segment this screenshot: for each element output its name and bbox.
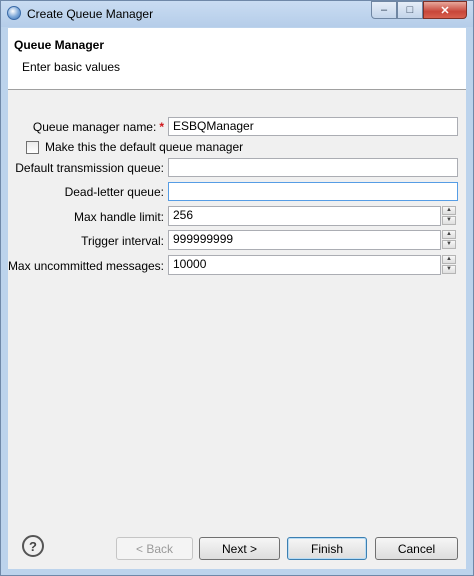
spin-down-icon[interactable]: ▼ [442,240,456,249]
max-uncommitted-label: Max uncommitted messages: [7,259,164,273]
qm-name-input[interactable]: ESBQManager [168,117,458,136]
default-qm-checkbox[interactable] [26,140,39,154]
max-uncommitted-input[interactable]: 10000 [168,255,441,275]
minimize-button[interactable]: – [371,1,397,19]
spin-down-icon[interactable]: ▼ [442,265,456,274]
dialog-body: Queue Manager Enter basic values Queue m… [8,28,466,569]
transmission-queue-label: Default transmission queue: [15,161,164,175]
required-marker: * [159,120,164,134]
maximize-icon: □ [406,4,414,16]
close-icon: ✕ [440,4,450,17]
default-qm-row[interactable]: Make this the default queue manager [26,140,243,154]
spin-up-icon[interactable]: ▲ [442,255,456,264]
spin-up-icon[interactable]: ▲ [442,230,456,239]
qm-name-label: Queue manager name: * [32,120,164,134]
max-handle-input[interactable]: 256 [168,206,441,226]
dialog-window: Create Queue Manager – □ ✕ Queue Manager… [0,0,474,576]
spin-up-icon[interactable]: ▲ [442,206,456,215]
trigger-interval-arrows: ▲ ▼ [442,230,456,250]
max-handle-spinner[interactable]: 256 ▲ ▼ [168,206,458,226]
help-icon[interactable]: ? [22,535,44,557]
max-handle-label: Max handle limit: [73,210,164,224]
dead-letter-queue-input[interactable] [168,182,458,201]
window-title: Create Queue Manager [27,7,154,21]
trigger-interval-spinner[interactable]: 999999999 ▲ ▼ [168,230,458,250]
title-bar[interactable]: Create Queue Manager – □ ✕ [1,1,473,27]
max-uncommitted-arrows: ▲ ▼ [442,255,456,275]
max-handle-arrows: ▲ ▼ [442,206,456,226]
next-button[interactable]: Next > [199,537,280,560]
page-title: Queue Manager [14,38,105,52]
spin-down-icon[interactable]: ▼ [442,216,456,225]
wizard-header: Queue Manager Enter basic values [8,28,466,90]
window-controls: – □ ✕ [371,1,467,20]
back-button[interactable]: < Back [116,537,193,560]
maximize-button[interactable]: □ [397,1,423,19]
minimize-icon: – [380,4,388,16]
max-uncommitted-spinner[interactable]: 10000 ▲ ▼ [168,255,458,275]
app-globe-icon [7,6,21,20]
default-qm-label: Make this the default queue manager [45,140,244,154]
transmission-queue-input[interactable] [168,158,458,177]
trigger-interval-label: Trigger interval: [81,234,164,248]
page-subtitle: Enter basic values [22,60,121,74]
trigger-interval-input[interactable]: 999999999 [168,230,441,250]
close-button[interactable]: ✕ [423,1,467,19]
dead-letter-queue-label: Dead-letter queue: [64,185,164,199]
cancel-button[interactable]: Cancel [375,537,458,560]
finish-button[interactable]: Finish [287,537,367,560]
